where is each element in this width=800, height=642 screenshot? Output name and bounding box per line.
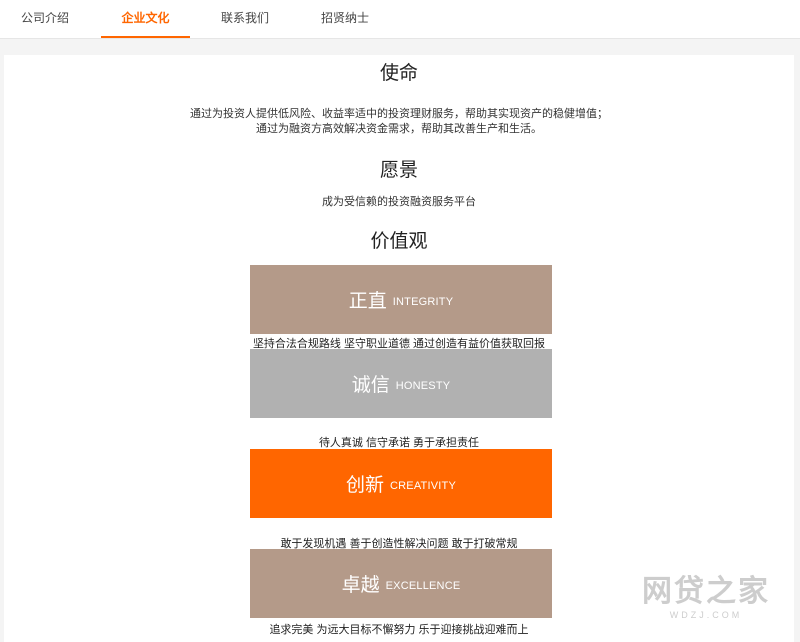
mission-line-2: 通过为融资方高效解决资金需求，帮助其改善生产和生活。 — [256, 123, 542, 135]
value-name-cn: 诚信 — [351, 375, 390, 396]
value-name-en: HONESTY — [395, 379, 451, 392]
mission-title: 使命 — [379, 63, 418, 84]
tab-contact-us[interactable]: 联系我们 — [214, 0, 276, 38]
tab-bar: 公司介绍 企业文化 联系我们 招贤纳士 — [0, 0, 800, 39]
watermark-text: 网贷之家 — [642, 575, 770, 608]
mission-line-1: 通过为投资人提供低风险、收益率适中的投资理财服务，帮助其实现资产的稳健增值； — [190, 108, 608, 120]
culture-content: 使命 通过为投资人提供低风险、收益率适中的投资理财服务，帮助其实现资产的稳健增值… — [4, 55, 794, 642]
value-card-integrity: 正直 INTEGRITY — [250, 265, 552, 334]
value-name-cn: 卓越 — [341, 575, 380, 596]
vision-title: 愿景 — [379, 160, 418, 181]
tab-careers[interactable]: 招贤纳士 — [314, 0, 376, 38]
value-name-en: EXCELLENCE — [385, 579, 461, 592]
value-card-excellence: 卓越 EXCELLENCE — [250, 549, 552, 618]
tab-company-intro[interactable]: 公司介绍 — [14, 0, 76, 38]
values-title: 价值观 — [370, 231, 428, 252]
value-card-creativity: 创新 CREATIVITY — [250, 449, 552, 518]
watermark-subtext: WDZJ.COM — [669, 610, 743, 620]
value-name-en: INTEGRITY — [392, 295, 454, 308]
value-desc-honesty: 待人真诚 信守承诺 勇于承担责任 — [318, 437, 480, 449]
tab-corporate-culture[interactable]: 企业文化 — [101, 0, 190, 38]
site-watermark-logo: 网贷之家 WDZJ.COM — [626, 574, 786, 632]
value-name-en: CREATIVITY — [390, 479, 456, 492]
vision-text: 成为受信赖的投资融资服务平台 — [322, 196, 476, 208]
value-name-cn: 创新 — [346, 475, 385, 496]
value-card-honesty: 诚信 HONESTY — [250, 349, 552, 418]
value-name-cn: 正直 — [348, 291, 387, 312]
